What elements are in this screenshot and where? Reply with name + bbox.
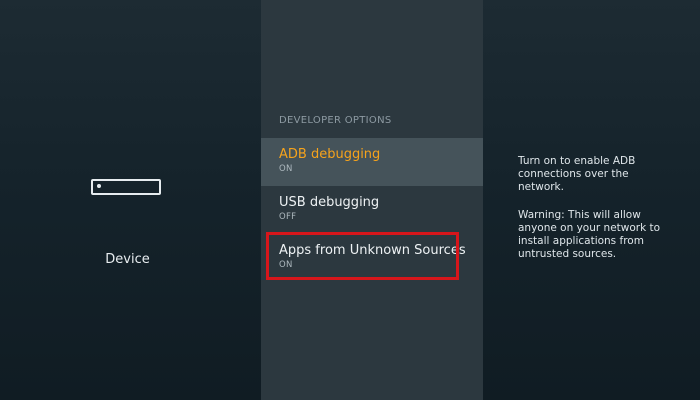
section-heading: DEVELOPER OPTIONS — [279, 115, 392, 126]
menu-item-state: ON — [279, 260, 293, 270]
device-icon-dot — [97, 184, 101, 188]
warning-text: Warning: This will allow anyone on your … — [518, 209, 661, 260]
category-label: Device — [105, 252, 150, 267]
description-pane: Turn on to enable ADB connections over t… — [483, 0, 700, 400]
category-pane: Device — [0, 0, 261, 400]
menu-item-title: Apps from Unknown Sources — [279, 243, 466, 258]
description-text: Turn on to enable ADB connections over t… — [518, 155, 636, 193]
menu-item-title: USB debugging — [279, 195, 380, 210]
menu-item-usb-debugging[interactable]: USB debugging OFF — [261, 186, 483, 234]
menu-item-title: ADB debugging — [279, 147, 381, 162]
menu-item-state: ON — [279, 164, 293, 174]
menu-item-unknown-sources[interactable]: Apps from Unknown Sources ON — [261, 234, 483, 282]
settings-screen: Device DEVELOPER OPTIONS ADB debugging O… — [0, 0, 700, 400]
tv-device-icon — [91, 179, 161, 195]
menu-item-state: OFF — [279, 212, 297, 222]
developer-options-menu: DEVELOPER OPTIONS ADB debugging ON USB d… — [261, 0, 483, 400]
menu-item-adb-debugging[interactable]: ADB debugging ON — [261, 138, 483, 186]
